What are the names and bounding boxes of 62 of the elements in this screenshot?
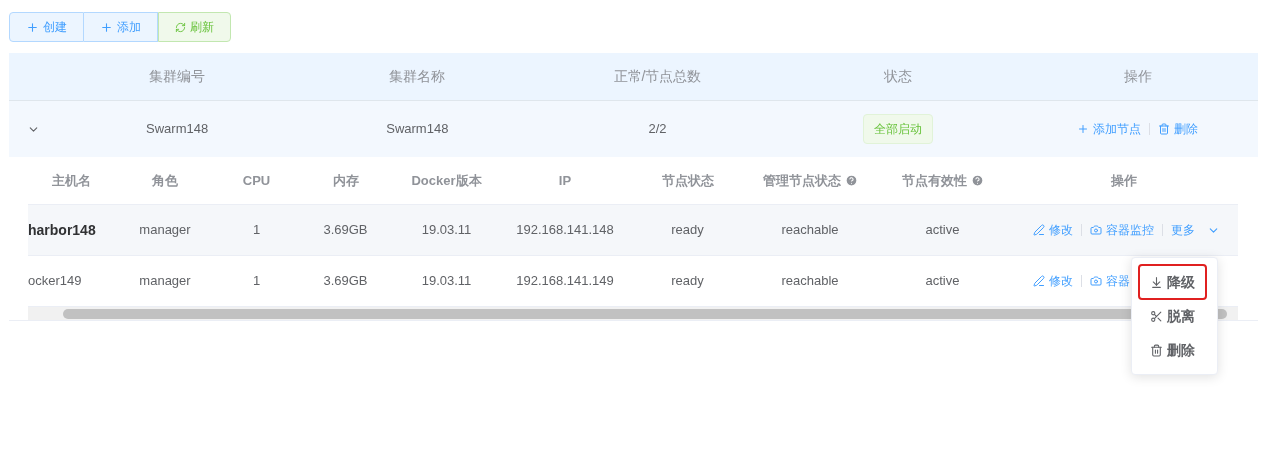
refresh-button[interactable]: 刷新 [158, 12, 231, 42]
table-cell-text: 3.69GB [323, 272, 368, 291]
download-icon [1150, 275, 1163, 289]
table-cell-text: manager [139, 272, 191, 291]
table-cell-text: ocker149 [28, 272, 82, 291]
plus-icon [26, 20, 39, 34]
table-cell-text: 1 [252, 221, 261, 240]
status-tag: 全部启动 [862, 114, 933, 144]
table-cell-text: 2/2 [647, 120, 668, 139]
table-cell-text: ready [671, 221, 704, 240]
menu-item[interactable]: 删除 [1140, 334, 1205, 366]
action-link[interactable]: 容器 [1090, 272, 1130, 290]
camera-icon [1090, 224, 1102, 236]
camera-icon [1090, 275, 1102, 287]
column-header: 操作 [1111, 171, 1137, 190]
table-cell-text: active [925, 272, 960, 291]
refresh-icon [175, 21, 186, 33]
column-header: 集群名称 [388, 67, 447, 86]
column-header: IP [558, 171, 572, 190]
action-link[interactable]: 修改 [1033, 272, 1073, 290]
column-header: 管理节点状态 [762, 171, 841, 190]
column-header: 内存 [332, 171, 359, 190]
table-cell-text: manager [139, 221, 191, 240]
table-cell-text: 19.03.11 [421, 272, 472, 291]
column-header: 状态 [882, 67, 913, 86]
action-link[interactable]: 添加节点 [1077, 120, 1142, 138]
table-cell-text: 1 [252, 272, 261, 291]
add-button[interactable]: 添加 [84, 12, 158, 42]
column-header: 操作 [1122, 67, 1153, 86]
table-cell-text: active [925, 221, 960, 240]
table-cell-text: 19.03.11 [421, 221, 472, 240]
action-link[interactable]: 容器监控 [1090, 221, 1154, 239]
column-header: 角色 [152, 171, 178, 190]
trash-icon [1150, 343, 1163, 357]
pencil-icon [1033, 224, 1045, 236]
scissors-icon [1150, 309, 1163, 323]
column-header: Docker版本 [411, 171, 482, 190]
table-cell-text: Swarm148 [145, 120, 210, 139]
column-header: CPU [242, 171, 271, 190]
action-link[interactable]: 修改 [1033, 221, 1073, 239]
pencil-icon [1033, 275, 1045, 287]
table-cell-text: 192.168.141.149 [516, 272, 614, 291]
table-cell-text: harbor148 [28, 220, 96, 240]
column-header: 集群编号 [148, 67, 207, 86]
table-cell-text: 192.168.141.148 [516, 221, 614, 240]
table-cell-text: 3.69GB [323, 221, 368, 240]
menu-item[interactable]: 降级 [1140, 266, 1205, 298]
action-link[interactable]: 删除 [1158, 120, 1199, 138]
table-row[interactable]: harbor148 manager 1 3.69GB 19.03.11 192.168.141.148 ready reachable active 修改 容器监控 更多 [28, 205, 1238, 256]
table-cell-text: ready [671, 272, 704, 291]
trash-icon [1158, 123, 1171, 135]
more-dropdown[interactable]: 更多 [1171, 221, 1220, 239]
plus-icon [100, 20, 113, 34]
column-header: 节点有效性 [901, 171, 967, 190]
table-cell-text: reachable [781, 221, 839, 240]
add-button[interactable]: 创建 [9, 12, 84, 42]
column-header: 正常/节点总数 [612, 67, 703, 86]
plus-icon [1077, 123, 1090, 135]
column-header: 节点状态 [661, 171, 714, 190]
table-cell-text: Swarm148 [385, 120, 450, 139]
column-header: 主机名 [52, 171, 91, 190]
table-cell-text: reachable [781, 272, 839, 291]
